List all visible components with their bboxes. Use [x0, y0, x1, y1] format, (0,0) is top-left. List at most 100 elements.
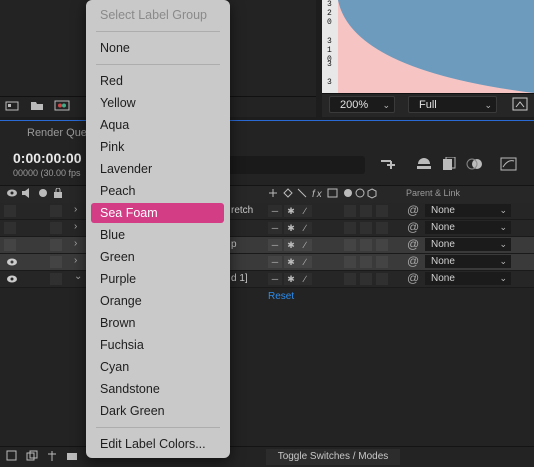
menu-item-fuchsia[interactable]: Fuchsia [100, 338, 144, 352]
menu-item-lavender[interactable]: Lavender [100, 162, 152, 176]
expand-chevron-icon[interactable]: › [74, 221, 77, 232]
frame-blending-icon[interactable] [441, 156, 457, 174]
quality-switch[interactable]: ∕ [298, 222, 312, 234]
toggle-switches-modes-button[interactable]: Toggle Switches / Modes [266, 449, 400, 465]
eye-icon[interactable] [6, 257, 18, 270]
menu-item-pink[interactable]: Pink [100, 140, 124, 154]
camera-icon[interactable] [66, 450, 80, 465]
collapse-switch[interactable]: ✱ [284, 205, 298, 217]
pickwhip-icon[interactable]: @ [407, 237, 419, 251]
parent-dropdown[interactable]: None ⌄ [425, 238, 511, 251]
menu-item-blue[interactable]: Blue [100, 228, 125, 242]
zoom-dropdown[interactable]: 200% ⌄ [329, 96, 395, 113]
layer-row[interactable]: › ─ ✱ ∕ @ None ⌄ [0, 220, 534, 237]
layer-name[interactable]: p [231, 239, 237, 250]
switch-cell[interactable] [344, 205, 356, 217]
menu-item-brown[interactable]: Brown [100, 316, 135, 330]
pickwhip-icon[interactable]: @ [407, 203, 419, 217]
switch-cell[interactable] [376, 273, 388, 285]
composition-mini-flowchart-icon[interactable] [380, 157, 398, 174]
shy-switch[interactable]: ─ [268, 222, 282, 234]
lock-toggle[interactable] [50, 273, 62, 285]
lock-toggle[interactable] [50, 222, 62, 234]
layer-row[interactable]: › ─ ✱ ∕ @ None ⌄ [0, 254, 534, 271]
render-queue-tab[interactable]: Render Que [27, 127, 87, 139]
menu-item-none[interactable]: None [100, 41, 130, 55]
current-timecode[interactable]: 0:00:00:00 [13, 150, 82, 166]
lock-toggle[interactable] [50, 256, 62, 268]
quality-switch[interactable]: ∕ [298, 256, 312, 268]
render-time-icon[interactable] [46, 450, 58, 465]
shy-switch[interactable]: ─ [268, 205, 282, 217]
shy-switch[interactable]: ─ [268, 256, 282, 268]
layer-name[interactable]: d 1] [231, 273, 248, 284]
menu-item-orange[interactable]: Orange [100, 294, 142, 308]
collapse-switch[interactable]: ✱ [284, 239, 298, 251]
parent-dropdown[interactable]: None ⌄ [425, 204, 511, 217]
collapse-switch[interactable]: ✱ [284, 222, 298, 234]
eye-icon[interactable] [6, 188, 18, 201]
layer-row[interactable]: › retch ─ ✱ ∕ @ None ⌄ [0, 203, 534, 220]
snapshot-icon[interactable] [512, 97, 528, 114]
video-toggle[interactable] [4, 239, 16, 251]
switch-cell[interactable] [376, 222, 388, 234]
motion-blur-icon[interactable] [466, 157, 484, 174]
pickwhip-icon[interactable]: @ [407, 271, 419, 285]
shy-switch[interactable]: ─ [268, 239, 282, 251]
quality-switch[interactable]: ∕ [298, 273, 312, 285]
menu-item-green[interactable]: Green [100, 250, 135, 264]
layer-row[interactable]: ⌄ d 1] ─ ✱ ∕ @ None ⌄ [0, 271, 534, 288]
layer-search-input[interactable] [225, 156, 365, 174]
switch-cell[interactable] [360, 222, 372, 234]
menu-item-purple[interactable]: Purple [100, 272, 136, 286]
quality-switch[interactable]: ∕ [298, 239, 312, 251]
menu-item-yellow[interactable]: Yellow [100, 96, 136, 110]
menu-item-red[interactable]: Red [100, 74, 123, 88]
draft-3d-icon[interactable] [416, 157, 432, 174]
lock-toggle[interactable] [50, 239, 62, 251]
switch-cell[interactable] [344, 273, 356, 285]
layer-name[interactable]: retch [231, 205, 253, 216]
menu-item-dark-green[interactable]: Dark Green [100, 404, 165, 418]
expand-chevron-icon[interactable]: › [74, 238, 77, 249]
switch-cell[interactable] [360, 256, 372, 268]
switch-cell[interactable] [360, 205, 372, 217]
menu-item-sea-foam[interactable]: Sea Foam [100, 206, 158, 220]
parent-dropdown[interactable]: None ⌄ [425, 272, 511, 285]
menu-item-cyan[interactable]: Cyan [100, 360, 129, 374]
comp-button-icon[interactable] [6, 450, 18, 465]
solo-icon[interactable] [38, 188, 48, 201]
switch-cell[interactable] [376, 256, 388, 268]
menu-item-peach[interactable]: Peach [100, 184, 135, 198]
new-folder-icon[interactable] [30, 100, 43, 111]
switch-cell[interactable] [376, 239, 388, 251]
parent-dropdown[interactable]: None ⌄ [425, 221, 511, 234]
pickwhip-icon[interactable]: @ [407, 220, 419, 234]
eye-icon[interactable] [6, 274, 18, 287]
reset-link[interactable]: Reset [268, 291, 294, 302]
switch-cell[interactable] [344, 256, 356, 268]
switch-cell[interactable] [376, 205, 388, 217]
collapse-switch[interactable]: ✱ [284, 273, 298, 285]
pickwhip-icon[interactable]: @ [407, 254, 419, 268]
menu-item-sandstone[interactable]: Sandstone [100, 382, 160, 396]
switch-cell[interactable] [360, 273, 372, 285]
new-composition-icon[interactable] [54, 100, 70, 111]
layer-row[interactable]: › p ─ ✱ ∕ @ None ⌄ [0, 237, 534, 254]
toggle-panel-icon[interactable] [26, 450, 38, 465]
interpret-footage-icon[interactable] [5, 100, 19, 111]
audio-icon[interactable] [21, 188, 33, 201]
shy-switch[interactable]: ─ [268, 273, 282, 285]
graph-editor-icon[interactable] [500, 157, 518, 174]
expand-chevron-icon[interactable]: › [74, 204, 77, 215]
quality-switch[interactable]: ∕ [298, 205, 312, 217]
video-toggle[interactable] [4, 205, 16, 217]
menu-item-edit-label-colors[interactable]: Edit Label Colors... [100, 437, 206, 451]
menu-item-aqua[interactable]: Aqua [100, 118, 129, 132]
lock-icon[interactable] [53, 187, 63, 201]
expand-chevron-icon[interactable]: › [74, 255, 77, 266]
parent-dropdown[interactable]: None ⌄ [425, 255, 511, 268]
composition-viewer[interactable] [322, 0, 534, 93]
lock-toggle[interactable] [50, 205, 62, 217]
switch-cell[interactable] [360, 239, 372, 251]
